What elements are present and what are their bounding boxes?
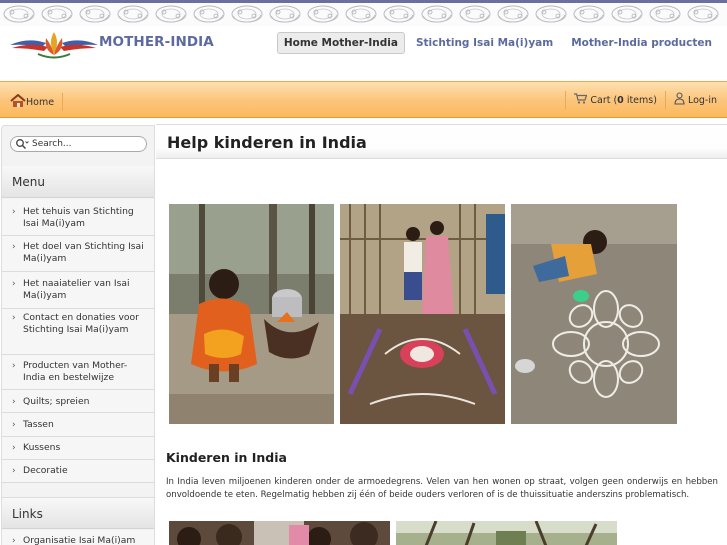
sidebar-item-label: Kussens [23, 442, 61, 453]
chevron-right-icon: › [12, 397, 16, 407]
photo-girls-kolam [340, 204, 505, 424]
sidebar-item-label: Het naaiatelier van Isai Ma(i)yam [23, 278, 130, 301]
home-label: Home [26, 96, 55, 108]
user-lock-icon [674, 92, 685, 108]
sidebar-item-naaiatelier[interactable]: › Het naaiatelier van Isai Ma(i)yam [2, 272, 154, 309]
toolbar-separator [62, 93, 64, 111]
toolbar-home-link[interactable]: Home [10, 93, 71, 111]
sidebar-item-het-tehuis[interactable]: › Het tehuis van Stichting Isai Ma(i)yam [2, 199, 154, 236]
photo-outdoor-trees [396, 521, 617, 545]
cart-link[interactable]: Cart (0 items) [574, 93, 657, 107]
sidebar-item-label: Het tehuis van Stichting Isai Ma(i)yam [23, 206, 134, 229]
sidebar-item-het-doel[interactable]: › Het doel van Stichting Isai Ma(i)yam [2, 236, 154, 272]
photo-children-group [169, 521, 390, 545]
home-icon [10, 93, 26, 111]
section-heading: Kinderen in India [166, 450, 287, 465]
header-decoration-strip [0, 0, 727, 26]
cart-label: Cart (0 items) [590, 94, 657, 106]
sidebar-item-label: Organisatie Isai Ma(i)am [23, 535, 136, 545]
sidebar-link-organisatie[interactable]: › Organisatie Isai Ma(i)am [2, 530, 154, 545]
nav-stichting-isai-maiyam[interactable]: Stichting Isai Ma(i)yam [409, 32, 560, 54]
chevron-right-icon: › [12, 466, 16, 476]
chevron-right-icon: › [12, 536, 16, 545]
sidebar-item-label: Tassen [23, 419, 54, 430]
sidebar-item-label: Quilts; spreien [23, 396, 90, 407]
sidebar-item-quilts[interactable]: › Quilts; spreien [2, 390, 154, 413]
toolbar: Home Cart (0 items) Log-in [0, 81, 727, 118]
chevron-right-icon: › [12, 313, 16, 323]
chevron-right-icon: › [12, 279, 16, 289]
sidebar-item-label: Producten van Mother-India en bestelwijz… [23, 360, 128, 383]
sidebar-item-tassen[interactable]: › Tassen [2, 413, 154, 437]
login-link[interactable]: Log-in [674, 92, 717, 108]
nav-home-mother-india[interactable]: Home Mother-India [276, 32, 405, 54]
site-logo[interactable]: MOTHER-INDIA [8, 28, 218, 62]
search-icon [15, 138, 29, 155]
sidebar-item-label: Het doel van Stichting Isai Ma(i)yam [23, 241, 144, 264]
sidebar-item-producten[interactable]: › Producten van Mother-India en bestelwi… [2, 355, 154, 390]
chevron-right-icon: › [12, 443, 16, 453]
chevron-right-icon: › [12, 242, 16, 252]
toolbar-separator [565, 91, 567, 109]
toolbar-separator [664, 91, 666, 109]
login-label: Log-in [687, 94, 717, 106]
sidebar-item-label: Contact en donaties voor Stichting Isai … [23, 312, 139, 335]
cart-count: 0 [617, 94, 624, 106]
toolbar-right: Cart (0 items) Log-in [557, 91, 717, 109]
sidebar-item-kussens[interactable]: › Kussens [2, 437, 154, 460]
page-title-bar: Help kinderen in India [156, 125, 727, 159]
menu-heading: Menu [2, 166, 154, 198]
site-name: MOTHER-INDIA [99, 34, 214, 50]
links-heading: Links [2, 497, 154, 529]
logo-bird-emblem-icon [10, 32, 98, 59]
main-content: Help kinderen in India Kinderen in India… [156, 124, 727, 545]
chevron-right-icon: › [12, 207, 16, 217]
intro-paragraph: In India leven miljoenen kinderen onder … [166, 477, 718, 500]
chevron-right-icon: › [12, 420, 16, 430]
nav-mother-india-producten[interactable]: Mother-India producten [564, 32, 719, 54]
sidebar-item-contact-donaties[interactable]: › Contact en donaties voor Stichting Isa… [2, 309, 154, 355]
sidebar-item-label: Decoratie [23, 465, 68, 476]
search-placeholder: Search... [32, 139, 72, 149]
sidebar: Search... Menu › Het tehuis van Stichtin… [1, 125, 155, 545]
cart-icon [574, 93, 588, 107]
sidebar-item-decoratie[interactable]: › Decoratie [2, 460, 154, 483]
top-navigation: Home Mother-India Stichting Isai Ma(i)ya… [273, 32, 719, 54]
photo-girl-drawing-kolam [511, 204, 677, 424]
photo-child-cooking [169, 204, 334, 424]
chevron-right-icon: › [12, 361, 16, 371]
page-title: Help kinderen in India [167, 133, 367, 152]
search-input[interactable]: Search... [10, 136, 147, 152]
